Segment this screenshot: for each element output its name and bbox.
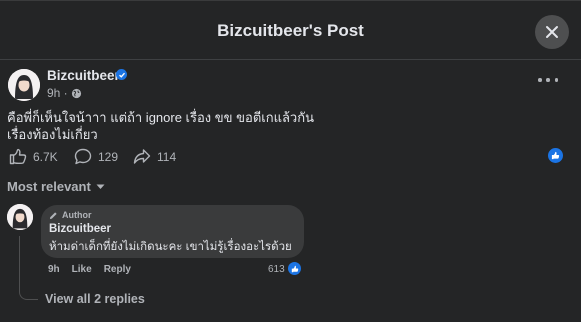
post-author-name[interactable]: Bizcuitbeer — [47, 68, 120, 83]
comments-count: 129 — [98, 149, 119, 164]
close-button[interactable] — [535, 15, 569, 49]
dialog-title: Bizcuitbeer's Post — [217, 21, 364, 40]
dot — [546, 78, 550, 82]
comment-actions: 9h Like Reply — [48, 264, 131, 275]
post-timestamp[interactable]: 9h · — [47, 86, 82, 100]
comment-like-reaction-icon[interactable] — [288, 262, 301, 275]
comment-reply-button[interactable]: Reply — [104, 264, 131, 275]
comment-bubble: Author Bizcuitbeer ห้ามด่าเด็กที่ยังไม่เ… — [41, 205, 304, 258]
comment-text: ห้ามด่าเด็กที่ยังไม่เกิดนะคะ เขาไม่รู้เร… — [49, 241, 292, 253]
close-icon — [546, 26, 558, 38]
like-button[interactable]: 6.7K — [9, 148, 58, 165]
commenter-avatar[interactable] — [7, 204, 33, 230]
post-text-line-2: เรื่องท้องไม่เกี่ยว — [7, 127, 98, 142]
dialog-header: Bizcuitbeer's Post — [0, 1, 581, 60]
comment-time[interactable]: 9h — [48, 264, 60, 275]
share-button[interactable]: 114 — [133, 148, 176, 165]
post-body: คือพี่ก็เห็นใจน้าาา แต่ถ้า ignore เรื่อง… — [7, 109, 427, 143]
post-text-line-1: คือพี่ก็เห็นใจน้าาา แต่ถ้า ignore เรื่อง… — [7, 110, 314, 125]
comment-reaction-count[interactable]: 613 — [268, 264, 285, 275]
share-arrow-icon — [133, 149, 151, 164]
comment-bubble-icon — [74, 148, 92, 165]
comment-author-name[interactable]: Bizcuitbeer — [49, 223, 111, 235]
reply-thread-line — [19, 236, 38, 300]
view-replies-link[interactable]: View all 2 replies — [45, 292, 145, 306]
comment-like-button[interactable]: Like — [72, 264, 92, 275]
pencil-icon — [49, 211, 57, 219]
like-reaction-icon[interactable] — [548, 148, 563, 163]
dot — [554, 78, 558, 82]
likes-count: 6.7K — [33, 149, 58, 164]
author-avatar[interactable] — [8, 69, 40, 101]
thumbs-up-icon — [9, 148, 27, 165]
sort-dropdown[interactable]: Most relevant — [7, 179, 105, 194]
post-options-button[interactable] — [538, 72, 558, 88]
dot — [538, 78, 542, 82]
verified-badge-icon — [116, 69, 127, 80]
sort-label: Most relevant — [7, 179, 91, 194]
shares-count: 114 — [157, 149, 177, 164]
caret-down-icon — [96, 184, 105, 189]
author-badge: Author — [49, 210, 92, 220]
globe-icon — [71, 88, 81, 98]
comment-button[interactable]: 129 — [74, 148, 118, 165]
